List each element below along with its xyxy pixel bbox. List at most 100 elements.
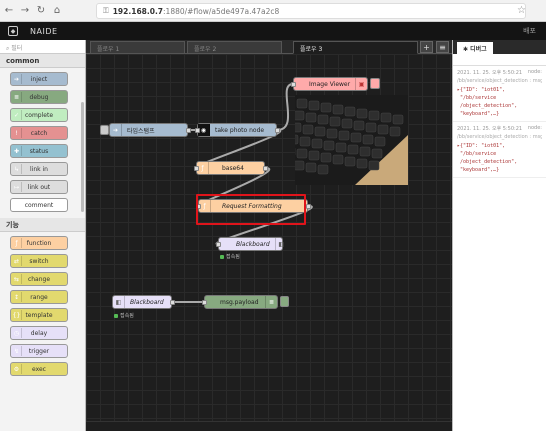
- keyboard-key: [353, 120, 365, 131]
- tab-list-menu-icon[interactable]: ≡: [436, 41, 449, 53]
- app-header: ◆ NAIDE 배포: [0, 22, 546, 40]
- port-out[interactable]: [275, 128, 280, 133]
- node-msg-payload[interactable]: msg.payload ≣: [204, 295, 278, 309]
- tab-flow-3[interactable]: 플로우 3: [293, 41, 418, 54]
- node-blackboard-in[interactable]: ◧ Blackboard: [112, 295, 172, 309]
- keyboard-key: [326, 128, 338, 139]
- keyboard-key: [295, 160, 305, 171]
- palette-category-header[interactable]: common: [0, 54, 85, 68]
- port-in[interactable]: [291, 82, 296, 87]
- palette-node-complete[interactable]: ✓ complete: [10, 108, 68, 122]
- port-out[interactable]: [170, 300, 175, 305]
- palette-node-range[interactable]: ↕ range: [10, 290, 68, 304]
- node-blackboard-out[interactable]: Blackboard ◧: [218, 237, 284, 251]
- palette-node-inject[interactable]: ➔ inject: [10, 72, 68, 86]
- palette-node-comment[interactable]: comment: [10, 198, 68, 212]
- port-in[interactable]: [216, 242, 221, 247]
- port-out[interactable]: [306, 204, 311, 209]
- url-host: 192.168.0.7: [112, 6, 164, 16]
- deploy-button[interactable]: 배포: [523, 26, 536, 36]
- keyboard-key: [308, 100, 320, 111]
- palette-node-label: trigger: [28, 347, 50, 355]
- node-status: 접속됨: [114, 312, 134, 319]
- node-image-viewer-label: Image Viewer: [309, 80, 351, 88]
- palette-node-icon: ➔: [12, 74, 22, 84]
- keyboard-key: [341, 118, 353, 129]
- palette-node-link-out[interactable]: ↦ link out: [10, 180, 68, 194]
- keyboard-key: [377, 124, 389, 135]
- node-status: 접속됨: [220, 253, 240, 260]
- keyboard-key: [365, 122, 377, 133]
- keyboard-key: [302, 124, 314, 135]
- palette-node-label: switch: [29, 257, 49, 265]
- keyboard-key: [329, 116, 341, 127]
- keyboard-key: [389, 126, 401, 137]
- keyboard-key: [332, 104, 344, 115]
- wire-take-photo-image-viewer: [276, 83, 294, 131]
- palette-node-switch[interactable]: ⇄ switch: [10, 254, 68, 268]
- keyboard-key: [296, 148, 308, 159]
- debug-message[interactable]: 2021. 11. 25. 오후 5:50:21 node: /bb/servic…: [453, 122, 546, 178]
- home-icon[interactable]: ⌂: [50, 4, 64, 18]
- node-image-viewer[interactable]: Image Viewer ▣: [293, 77, 368, 91]
- flow-canvas[interactable]: Image Viewer ▣ ➔ 타임스탬프 ◉ take photo node…: [86, 54, 452, 431]
- keyboard-key: [332, 154, 344, 165]
- keyboard-key: [308, 150, 320, 161]
- node-blackboard-label: Blackboard: [130, 298, 164, 306]
- port-in[interactable]: [202, 300, 207, 305]
- image-viewer-toggle-button[interactable]: [370, 78, 380, 89]
- palette-filter-input[interactable]: ⌕ 필터: [0, 40, 85, 54]
- reload-icon[interactable]: ↻: [34, 4, 48, 18]
- node-timestamp[interactable]: ➔ 타임스탬프: [109, 123, 188, 137]
- node-take-photo[interactable]: ◉ take photo node: [197, 123, 277, 137]
- palette-node-icon: ≣: [12, 92, 22, 102]
- palette-node-exec[interactable]: ⚙ exec: [10, 362, 68, 376]
- port-out[interactable]: [263, 166, 268, 171]
- node-base64[interactable]: ƒ base64: [196, 161, 265, 175]
- keyboard-key: [314, 126, 326, 137]
- palette-node-delay[interactable]: ◷ delay: [10, 326, 68, 340]
- palette-node-debug[interactable]: ≣ debug: [10, 90, 68, 104]
- blackboard-icon: ◧: [113, 296, 125, 308]
- keyboard-key: [362, 134, 374, 145]
- palette-node-change[interactable]: ⇆ change: [10, 272, 68, 286]
- port-in[interactable]: [194, 166, 199, 171]
- keyboard-key: [344, 156, 356, 167]
- node-base64-label: base64: [222, 164, 244, 172]
- bookmark-star-icon[interactable]: ☆: [517, 5, 526, 16]
- port-out[interactable]: [186, 128, 191, 133]
- tab-debug[interactable]: ✱ 디버그: [457, 42, 493, 54]
- inject-trigger-button[interactable]: [100, 125, 109, 135]
- debug-message-meta: 2021. 11. 25. 오후 5:50:21 node:: [457, 125, 542, 132]
- node-palette: ⌕ 필터 common ➔ inject ≣ debug ✓ complete ! catch ✚…: [0, 40, 86, 431]
- palette-node-catch[interactable]: ! catch: [10, 126, 68, 140]
- tab-flow-1[interactable]: 플로우 1: [90, 41, 185, 54]
- palette-category-header[interactable]: 기능: [0, 218, 85, 232]
- add-tab-button[interactable]: +: [420, 41, 433, 53]
- palette-node-status[interactable]: ✚ status: [10, 144, 68, 158]
- keyboard-key: [350, 132, 362, 143]
- debug-message-topic: /bb/service/object_detection : msg.paylo…: [457, 78, 542, 84]
- palette-node-label: catch: [30, 129, 48, 137]
- address-bar[interactable]: ⚿ 192.168.0.7:1880/#flow/a5de497a.47a2c8: [96, 3, 526, 19]
- forward-icon[interactable]: →: [18, 4, 32, 18]
- back-icon[interactable]: ←: [2, 4, 16, 18]
- palette-node-function[interactable]: ƒ function: [10, 236, 68, 250]
- palette-scrollbar[interactable]: [81, 102, 84, 212]
- app-logo-icon: ◆: [8, 26, 18, 36]
- node-timestamp-label: 타임스탬프: [127, 127, 155, 135]
- debug-toggle-button[interactable]: [280, 296, 289, 307]
- status-dot-icon: [220, 254, 224, 259]
- palette-node-template[interactable]: {} template: [10, 308, 68, 322]
- debug-message-body: ▸{"ID": "iot01", "/bb/service /object_de…: [457, 143, 518, 173]
- debug-message-body: ▸{"ID": "iot01", "/bb/service /object_de…: [457, 87, 518, 117]
- palette-node-icon: ↯: [12, 346, 22, 356]
- tab-flow-2[interactable]: 플로우 2: [187, 41, 282, 54]
- palette-node-label: range: [30, 293, 48, 301]
- port-in[interactable]: [195, 128, 200, 133]
- debug-message[interactable]: 2021. 11. 25. 오후 5:50:21 node: /bb/servic…: [453, 66, 546, 122]
- palette-node-label: link in: [30, 165, 48, 173]
- keyboard-key: [311, 138, 323, 149]
- palette-node-trigger[interactable]: ↯ trigger: [10, 344, 68, 358]
- palette-node-link-in[interactable]: ↳ link in: [10, 162, 68, 176]
